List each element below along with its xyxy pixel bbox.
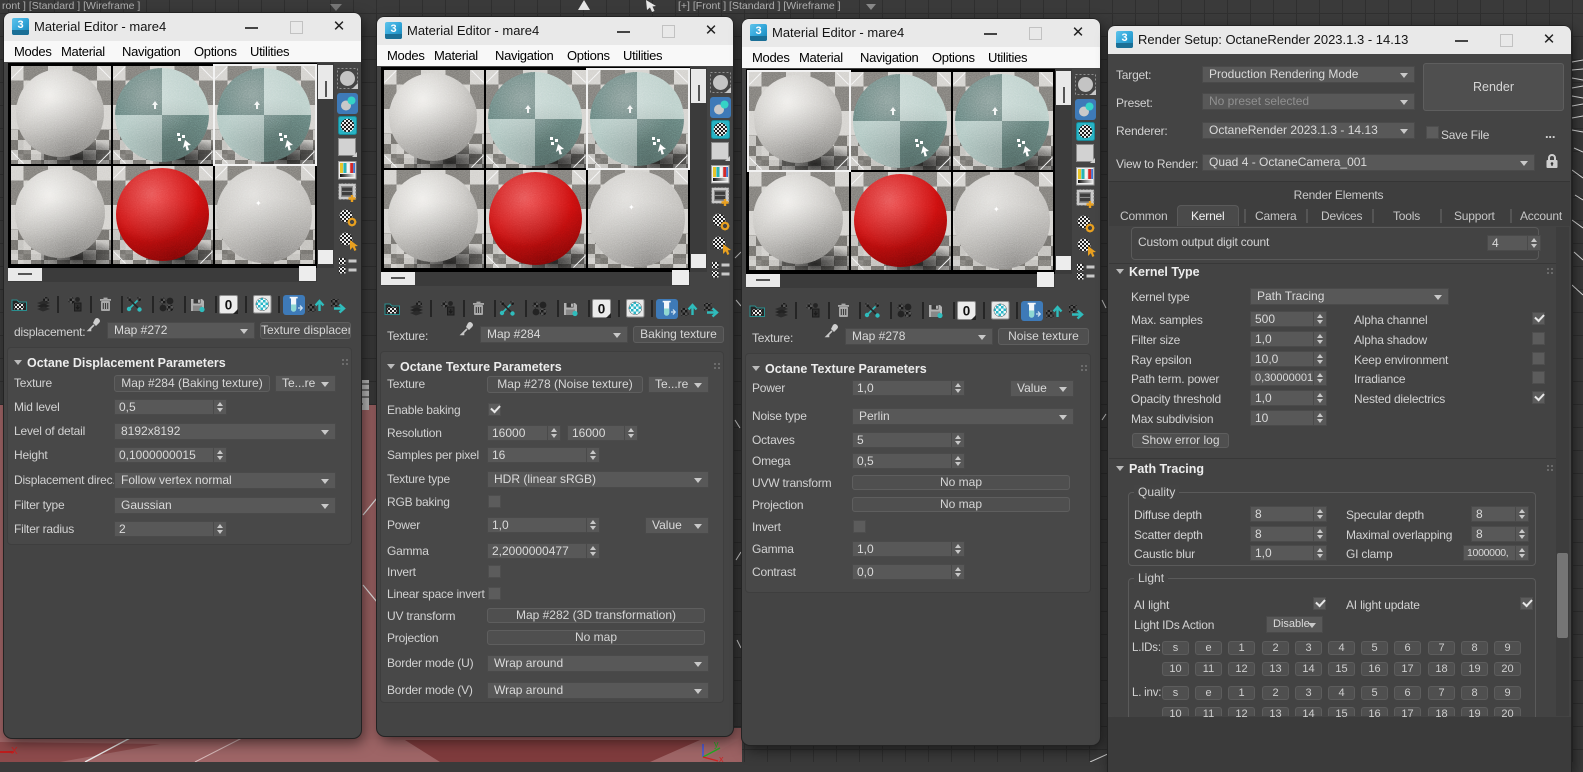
- svg-text:0: 0: [598, 302, 606, 317]
- svg-text:y: y: [714, 739, 719, 749]
- svg-text:0: 0: [963, 304, 971, 319]
- svg-text:0: 0: [225, 298, 233, 313]
- svg-text:x: x: [719, 754, 724, 762]
- svg-text:X: X: [11, 746, 18, 757]
